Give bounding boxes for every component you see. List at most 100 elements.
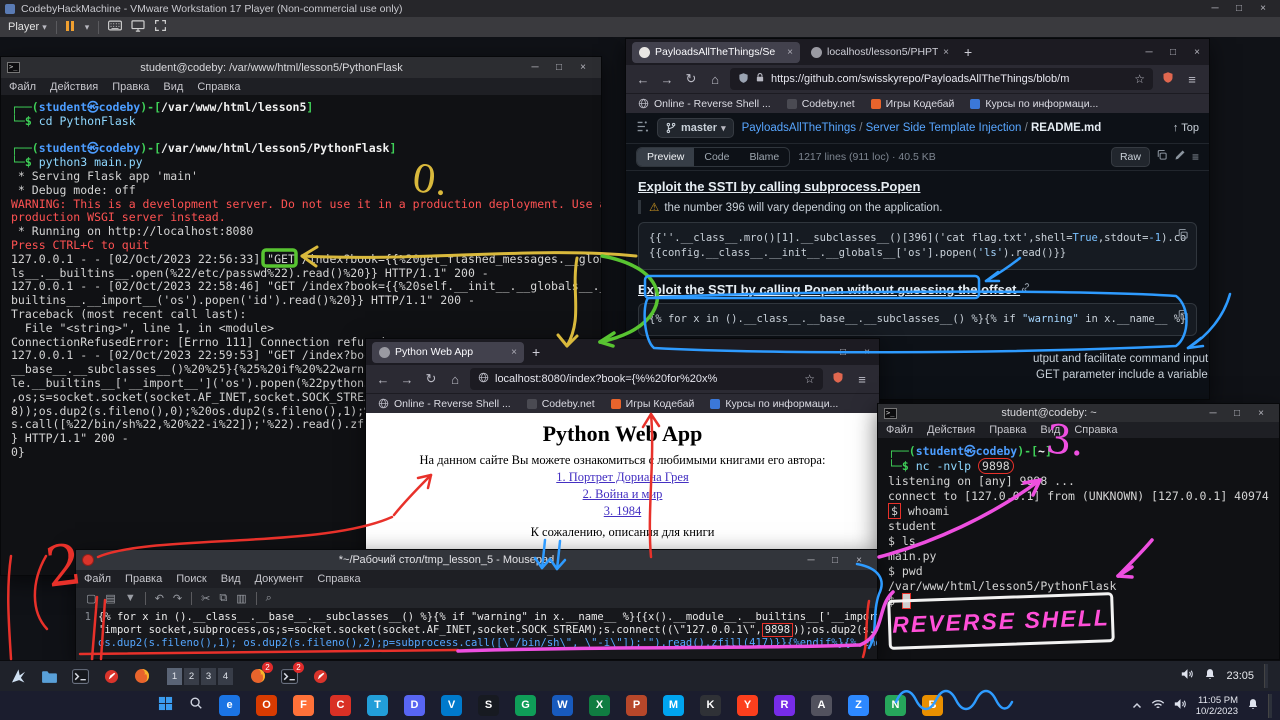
terminal-output[interactable]: ┌──(student㉿codeby)-[~]└─$ nc -nvlp 9898… — [878, 438, 1279, 661]
menu-item[interactable]: Документ — [255, 573, 304, 585]
file-manager-launcher[interactable] — [37, 664, 61, 688]
show-desktop-button[interactable] — [1268, 694, 1272, 718]
tab-close-icon[interactable]: × — [787, 47, 793, 58]
branch-selector[interactable]: master▾ — [657, 118, 734, 138]
taskbar-app-icon[interactable]: N — [885, 695, 906, 716]
file-tree-icon[interactable] — [636, 120, 649, 136]
paste-icon[interactable]: ▥ — [236, 592, 246, 605]
find-icon[interactable]: ⌕ — [266, 592, 272, 605]
tab-blame[interactable]: Blame — [739, 148, 789, 166]
wifi-icon[interactable] — [1151, 697, 1165, 715]
clock[interactable]: 23:05 — [1226, 670, 1254, 682]
taskbar-app-icon[interactable]: S — [478, 695, 499, 716]
menu-item[interactable]: Действия — [927, 424, 975, 436]
back-to-top-link[interactable]: ↑ Top — [1173, 122, 1199, 134]
taskbar-app-icon[interactable]: R — [774, 695, 795, 716]
tab-python-web-app[interactable]: Python Web App × — [372, 342, 524, 363]
fullscreen-button[interactable] — [154, 19, 167, 35]
terminal-titlebar[interactable]: >_ student@codeby: ~ ─ □ × — [878, 404, 1279, 422]
bookmark-item[interactable]: Online - Reverse Shell ... — [378, 398, 511, 410]
editor-text[interactable]: {% for x in ().__class__.__base__.__subc… — [94, 608, 877, 660]
edit-pencil-icon[interactable] — [1174, 148, 1186, 166]
copy-icon[interactable]: ⧉ — [219, 592, 227, 605]
url-bar[interactable]: https://github.com/swisskyrepo/PayloadsA… — [730, 68, 1153, 90]
home-button[interactable]: ⌂ — [446, 372, 464, 387]
book-link[interactable]: 1. Портрет Дориана Грея — [366, 470, 879, 485]
console-view-button[interactable] — [131, 20, 145, 35]
menu-item[interactable]: Поиск — [176, 573, 206, 585]
outline-icon[interactable]: ≡ — [1192, 150, 1199, 164]
search-button[interactable] — [189, 696, 203, 715]
taskbar-app-icon[interactable]: K — [700, 695, 721, 716]
bookmark-item[interactable]: Online - Reverse Shell ... — [638, 98, 771, 110]
clock-date[interactable]: 11:05 PM10/2/2023 — [1196, 695, 1238, 717]
bookmark-star-icon[interactable]: ☆ — [1134, 72, 1145, 86]
volume-icon[interactable] — [1181, 667, 1194, 685]
bookmark-item[interactable]: Курсы по информаци... — [970, 98, 1098, 110]
taskbar-app-icon[interactable]: D — [404, 695, 425, 716]
tab-preview[interactable]: Preview — [637, 148, 694, 166]
taskbar-app-icon[interactable]: M — [663, 695, 684, 716]
hidden-icons-chevron[interactable] — [1132, 697, 1142, 715]
minimize-button[interactable]: ─ — [1137, 47, 1161, 58]
new-tab-button[interactable]: + — [964, 44, 972, 60]
code-block[interactable]: {% for x in ().__class__.__base__.__subc… — [638, 303, 1197, 336]
taskbar-app-icon[interactable]: P — [626, 695, 647, 716]
adblock-shield-icon[interactable] — [1159, 71, 1177, 87]
bookmark-item[interactable]: Курсы по информаци... — [710, 398, 838, 410]
open-file-icon[interactable]: ▤ — [105, 592, 115, 605]
minimize-button[interactable]: ─ — [799, 555, 823, 566]
close-button[interactable]: × — [1185, 47, 1209, 58]
taskbar-app-icon[interactable]: F — [293, 695, 314, 716]
menu-item[interactable]: Файл — [9, 81, 36, 93]
menu-item[interactable]: Вид — [1040, 424, 1060, 436]
notification-bell-icon[interactable] — [1204, 667, 1216, 685]
kali-menu-button[interactable] — [6, 664, 30, 688]
minimize-button[interactable]: ─ — [1201, 408, 1225, 419]
breadcrumb-folder[interactable]: Server Side Template Injection — [866, 122, 1022, 134]
menu-item[interactable]: Вид — [221, 573, 241, 585]
bookmark-star-icon[interactable]: ☆ — [804, 372, 815, 386]
bookmark-item[interactable]: Codeby.net — [787, 98, 855, 110]
show-desktop-button[interactable] — [1264, 664, 1268, 688]
back-button[interactable]: ← — [634, 72, 652, 87]
close-button[interactable]: × — [571, 62, 595, 73]
taskbar-app-icon[interactable]: W — [552, 695, 573, 716]
close-button[interactable]: × — [855, 347, 879, 358]
taskbar-app-icon[interactable]: X — [589, 695, 610, 716]
mousepad-titlebar[interactable]: *~/Рабочий стол/tmp_lesson_5 - Mousepad … — [76, 550, 877, 570]
menu-item[interactable]: Правка — [989, 424, 1026, 436]
bookmark-item[interactable]: Codeby.net — [527, 398, 595, 410]
pause-dropdown-icon[interactable]: ▾ — [85, 22, 90, 33]
taskbar-app-icon[interactable]: B — [922, 695, 943, 716]
save-file-icon[interactable]: ▼ — [125, 592, 136, 604]
forward-button[interactable]: → — [658, 72, 676, 87]
reload-button[interactable]: ↻ — [682, 71, 700, 87]
taskbar-mousepad-window[interactable] — [308, 664, 332, 688]
maximize-button[interactable]: □ — [1227, 3, 1251, 14]
copy-icon[interactable] — [1177, 228, 1189, 245]
menu-item[interactable]: Файл — [84, 573, 111, 585]
maximize-button[interactable]: □ — [547, 62, 571, 73]
copy-icon[interactable] — [1177, 309, 1189, 326]
taskbar-app-icon[interactable]: V — [441, 695, 462, 716]
bookmark-item[interactable]: Игры Кодебай — [871, 98, 955, 110]
terminal-titlebar[interactable]: >_ student@codeby: /var/www/html/lesson5… — [1, 57, 601, 78]
cut-icon[interactable]: ✂ — [201, 592, 210, 605]
maximize-button[interactable]: □ — [831, 347, 855, 358]
minimize-button[interactable]: ─ — [523, 62, 547, 73]
menu-item[interactable]: Вид — [163, 81, 183, 93]
close-button[interactable]: × — [1251, 3, 1275, 14]
taskbar-firefox-windows[interactable]: 2 — [246, 664, 270, 688]
maximize-button[interactable]: □ — [1161, 47, 1185, 58]
taskbar-app-icon[interactable]: O — [256, 695, 277, 716]
menu-button[interactable]: ≡ — [1183, 72, 1201, 87]
workspace-2[interactable]: 2 — [184, 668, 199, 685]
start-button[interactable] — [158, 696, 173, 716]
book-link[interactable]: 3. 1984 — [366, 504, 879, 519]
menu-item[interactable]: Файл — [886, 424, 913, 436]
code-block[interactable]: {{''.__class__.mro()[1].__subclasses__()… — [638, 222, 1197, 270]
maximize-button[interactable]: □ — [1225, 408, 1249, 419]
firefox-launcher[interactable] — [130, 664, 154, 688]
workspace-4[interactable]: 4 — [218, 668, 233, 685]
